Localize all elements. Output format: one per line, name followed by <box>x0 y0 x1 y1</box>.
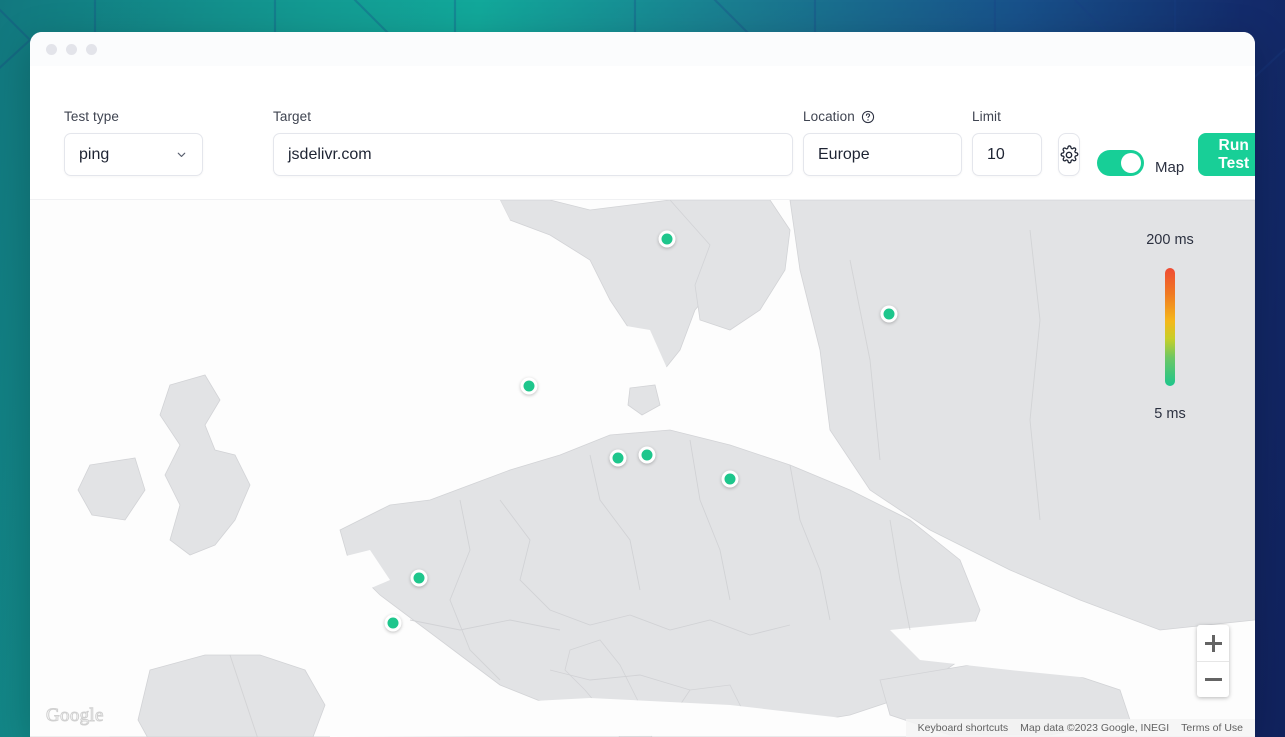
legend-min-label: 5 ms <box>1154 406 1185 422</box>
plus-icon <box>1205 635 1222 652</box>
probe-marker-germany[interactable] <box>610 450 627 467</box>
gear-icon <box>1059 145 1079 165</box>
limit-value: 10 <box>987 146 1005 164</box>
map-data-credit: Map data ©2023 Google, INEGI <box>1014 722 1175 734</box>
probe-marker-spain[interactable] <box>411 570 428 587</box>
app-window: Test type ping Target jsdelivr.com Locat… <box>30 32 1255 737</box>
minus-icon <box>1205 671 1222 688</box>
limit-input[interactable]: 10 <box>972 133 1042 176</box>
legend-max-label: 200 ms <box>1146 232 1194 248</box>
map-zoom-controls <box>1197 625 1229 697</box>
limit-field: Limit 10 <box>972 109 1042 176</box>
target-label: Target <box>273 109 793 124</box>
target-value: jsdelivr.com <box>288 146 372 164</box>
map-tiles <box>30 200 1255 737</box>
target-input[interactable]: jsdelivr.com <box>273 133 793 176</box>
legend-gradient-bar <box>1165 268 1175 386</box>
probe-marker-finland[interactable] <box>659 231 676 248</box>
map-toggle-label: Map <box>1155 159 1184 176</box>
window-title-bar <box>30 32 1255 66</box>
window-dot-close[interactable] <box>46 44 57 55</box>
location-label-text: Location <box>803 109 855 124</box>
location-label: Location <box>803 109 962 124</box>
probe-marker-russia[interactable] <box>881 306 898 323</box>
probe-marker-czechia[interactable] <box>639 447 656 464</box>
map-toggle-switch[interactable] <box>1097 150 1144 176</box>
probe-marker-portugal[interactable] <box>385 615 402 632</box>
chevron-down-icon <box>175 148 188 161</box>
window-dot-maximize[interactable] <box>86 44 97 55</box>
google-logo: Google <box>46 705 104 727</box>
location-input[interactable]: Europe <box>803 133 962 176</box>
latency-legend: 200 ms 5 ms <box>1137 232 1203 422</box>
probe-map[interactable]: 200 ms 5 ms Google <box>30 200 1255 737</box>
limit-label: Limit <box>972 109 1042 124</box>
target-field: Target jsdelivr.com <box>273 109 793 176</box>
map-attribution-bar: Keyboard shortcuts Map data ©2023 Google… <box>906 719 1255 737</box>
probe-marker-netherlands[interactable] <box>521 378 538 395</box>
location-value: Europe <box>818 146 870 164</box>
run-test-button[interactable]: Run Test <box>1198 133 1255 176</box>
test-type-value: ping <box>79 146 109 164</box>
page-background: Test type ping Target jsdelivr.com Locat… <box>0 0 1285 737</box>
test-type-field: Test type ping <box>64 109 203 176</box>
location-field: Location Europe <box>803 109 962 176</box>
help-circle-icon[interactable] <box>861 110 875 124</box>
window-dot-minimize[interactable] <box>66 44 77 55</box>
settings-button[interactable] <box>1058 133 1080 176</box>
keyboard-shortcuts-link[interactable]: Keyboard shortcuts <box>912 722 1014 734</box>
probe-marker-romania[interactable] <box>722 471 739 488</box>
test-type-select[interactable]: ping <box>64 133 203 176</box>
zoom-in-button[interactable] <box>1197 625 1229 661</box>
test-type-label: Test type <box>64 109 203 124</box>
test-configuration-toolbar: Test type ping Target jsdelivr.com Locat… <box>30 66 1255 200</box>
zoom-out-button[interactable] <box>1197 661 1229 697</box>
terms-of-use-link[interactable]: Terms of Use <box>1175 722 1249 734</box>
